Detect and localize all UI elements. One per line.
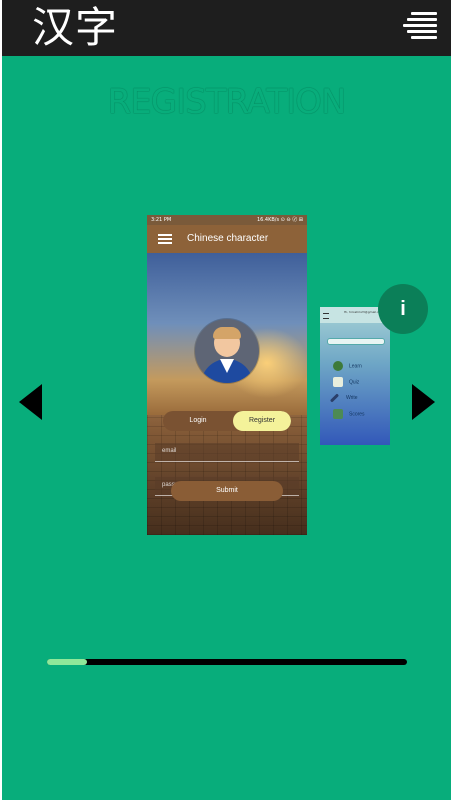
next-arrow-icon[interactable]: [412, 384, 435, 420]
status-time: 3:21 PM: [151, 217, 172, 223]
email-placeholder: email: [162, 448, 177, 454]
avatar-icon: [195, 319, 259, 383]
slide2-item-write: Write: [329, 393, 358, 403]
brush-icon: [329, 393, 340, 403]
submit-button: Submit: [171, 481, 283, 501]
slide2-item-learn: Learn: [333, 361, 362, 371]
slide2-menu-icon: [323, 313, 329, 319]
wall-texture: [147, 415, 307, 535]
register-tab: Register: [233, 411, 291, 431]
phone-app-title: Chinese character: [187, 233, 269, 244]
scores-icon: [333, 409, 343, 419]
great-wall-background-image: Login Register email password Submit: [147, 253, 307, 535]
phone-app-bar: Chinese character: [147, 225, 307, 253]
carousel-slide-menu[interactable]: Hi, hiroshi123@gmail.com Learn Quiz Writ…: [320, 307, 390, 445]
info-button[interactable]: i: [378, 284, 428, 334]
app-logo[interactable]: 汉字: [32, 3, 118, 53]
page-heading: REGISTRATION: [107, 82, 347, 122]
hamburger-menu-icon[interactable]: [401, 12, 437, 40]
slide2-item-quiz: Quiz: [333, 377, 359, 387]
carousel-slide-registration: 3:21 PM 16.4KB/s ⊙ ⊖ 〄 ⊞ Chinese charact…: [147, 215, 307, 535]
phone-menu-icon: [158, 234, 172, 244]
slide2-item-scores: Scores: [333, 409, 365, 419]
slide2-search-bar: [327, 338, 385, 345]
previous-arrow-icon[interactable]: [19, 384, 42, 420]
quiz-icon: [333, 377, 343, 387]
email-field: email: [155, 443, 299, 462]
login-register-toggle: Login Register: [163, 411, 291, 431]
top-bar: 汉字: [2, 0, 451, 56]
carousel-progress-track[interactable]: [47, 659, 407, 665]
globe-icon: [333, 361, 343, 371]
status-indicators: 16.4KB/s ⊙ ⊖ 〄 ⊞: [256, 217, 303, 223]
app-frame: 汉字 REGISTRATION 3:21 PM 16.4KB/s ⊙ ⊖ 〄 ⊞…: [2, 0, 451, 800]
phone-status-bar: 3:21 PM 16.4KB/s ⊙ ⊖ 〄 ⊞: [147, 215, 307, 225]
login-tab: Login: [189, 417, 207, 424]
carousel-progress-fill: [47, 659, 87, 665]
